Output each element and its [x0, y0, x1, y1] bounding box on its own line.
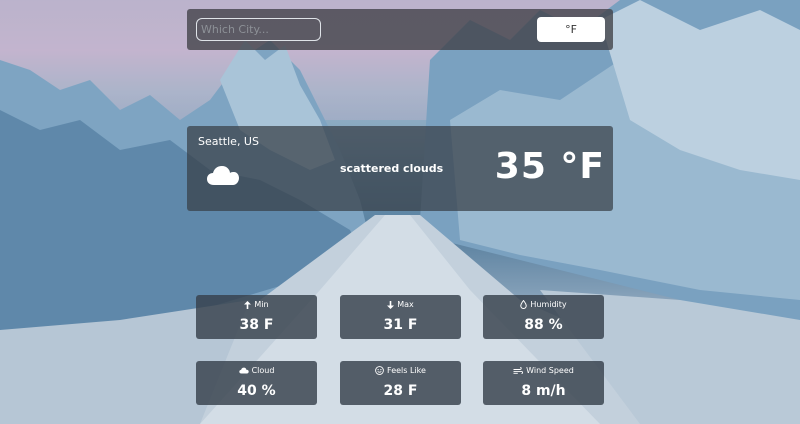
- droplet-icon: [520, 300, 528, 309]
- city-search-input[interactable]: [196, 18, 321, 41]
- search-bar: °F: [187, 9, 613, 50]
- min-label: Min: [254, 300, 269, 309]
- wind-icon: [513, 366, 524, 374]
- min-value: 38 F: [239, 317, 274, 333]
- cloud-icon: [207, 166, 239, 185]
- max-temp-tile: Max 31 F: [340, 295, 461, 339]
- humidity-label: Humidity: [530, 300, 567, 309]
- wind-speed-label: Wind Speed: [526, 366, 574, 375]
- cloud-label: Cloud: [251, 366, 275, 375]
- max-value: 31 F: [383, 317, 418, 333]
- humidity-tile: Humidity 88 %: [483, 295, 604, 339]
- cloud-value: 40 %: [237, 383, 276, 399]
- wind-speed-value: 8 m/h: [521, 383, 566, 399]
- feels-like-value: 28 F: [383, 383, 418, 399]
- arrow-down-icon: [387, 300, 395, 309]
- cloud-icon: [238, 367, 249, 374]
- unit-toggle-button[interactable]: °F: [537, 17, 605, 42]
- max-label: Max: [397, 300, 414, 309]
- min-temp-tile: Min 38 F: [196, 295, 317, 339]
- feels-like-tile: Feels Like 28 F: [340, 361, 461, 405]
- current-weather-card: Seattle, US scattered clouds 35 °F: [187, 126, 613, 211]
- current-temperature: 35 °F: [494, 146, 605, 187]
- humidity-value: 88 %: [524, 317, 563, 333]
- weather-condition: scattered clouds: [340, 162, 444, 175]
- wind-speed-tile: Wind Speed 8 m/h: [483, 361, 604, 405]
- location-label: Seattle, US: [198, 135, 259, 148]
- cloud-tile: Cloud 40 %: [196, 361, 317, 405]
- arrow-up-icon: [244, 300, 252, 309]
- feels-like-label: Feels Like: [387, 366, 426, 375]
- smiley-icon: [375, 366, 384, 375]
